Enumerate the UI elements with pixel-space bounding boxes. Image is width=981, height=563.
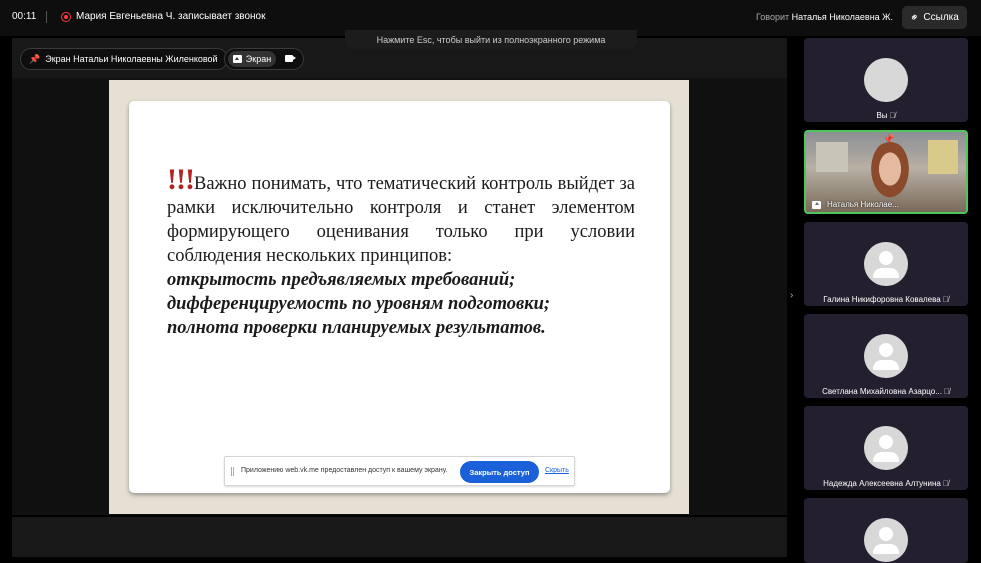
screen-share-icon (812, 200, 821, 209)
link-icon: ⚭ (907, 10, 923, 26)
stage-footer (12, 517, 787, 557)
active-speaker: Говорит Наталья Николаевна Ж. (756, 12, 893, 22)
video-background (816, 142, 848, 172)
participant-name: Вы 🎙̸ (876, 111, 896, 120)
collapse-panel-icon[interactable]: › (790, 290, 793, 301)
camera-icon[interactable] (285, 55, 293, 62)
mic-off-icon: 🎙̸ (943, 387, 950, 396)
participant-tile[interactable]: Вы 🎙̸ (804, 38, 968, 122)
avatar (864, 426, 908, 470)
pinned-screen-label: Экран Натальи Николаевны Жиленковой (45, 54, 218, 64)
participant-tile[interactable]: Галина Никифоровна Ковалева 🎙̸ (804, 222, 968, 306)
participant-tile[interactable]: Надежда Алексеевна Алтунина 🎙̸ (804, 406, 968, 490)
share-notice-text: Приложению web.vk.me предоставлен доступ… (241, 467, 448, 474)
fullscreen-exit-hint: Нажмите Esc, чтобы выйти из полноэкранно… (345, 30, 637, 50)
slide-principle-1: открытость предъявляемых требований; (167, 270, 516, 290)
view-toggle: Экран (224, 48, 304, 70)
avatar (864, 242, 908, 286)
slide-principle-2: дифференцируемость по уровням подготовки… (167, 294, 551, 314)
mic-off-icon: 🎙̸ (889, 111, 896, 120)
participant-name: Наталья Николае... (827, 200, 899, 209)
divider (46, 11, 47, 23)
recording-icon (61, 12, 71, 22)
participant-tile[interactable] (804, 498, 968, 563)
active-speaker-name: Наталья Николаевна Ж. (791, 12, 893, 22)
slide-exclamation: !!! (167, 163, 195, 196)
video-person (868, 142, 912, 202)
participant-tile-active[interactable]: 📌 Наталья Николае... (804, 130, 968, 214)
participant-tile[interactable]: Светлана Михайловна Азарцо... 🎙̸ (804, 314, 968, 398)
hide-notice-link[interactable]: Скрыть (545, 467, 569, 474)
slide-text: !!!Важно понимать, что тематический конт… (167, 165, 635, 340)
screen-share-notice: Приложению web.vk.me предоставлен доступ… (224, 456, 575, 486)
mic-off-icon: 🎙̸ (942, 295, 949, 304)
participant-name: Надежда Алексеевна Алтунина 🎙̸ (823, 479, 949, 488)
participant-name: Светлана Михайловна Азарцо... 🎙̸ (822, 387, 950, 396)
pin-icon: 📌 (29, 53, 41, 64)
participant-label: Наталья Николае... (812, 200, 899, 209)
drag-handle-icon[interactable] (231, 467, 234, 476)
screen-share-icon (232, 55, 242, 63)
avatar (864, 58, 908, 102)
stop-sharing-button[interactable]: Закрыть доступ (460, 461, 539, 483)
pinned-screen-chip[interactable]: 📌 Экран Натальи Николаевны Жиленковой (20, 48, 228, 70)
video-background (928, 140, 958, 174)
copy-link-button[interactable]: ⚭ Ссылка (902, 6, 967, 29)
recording-status: Мария Евгеньевна Ч. записывает звонок (76, 11, 266, 22)
avatar (864, 518, 908, 562)
slide-paragraph: Важно понимать, что тематический контрол… (167, 174, 635, 266)
call-timer: 00:11 (12, 11, 37, 22)
avatar (864, 334, 908, 378)
screen-view-button[interactable]: Экран (228, 51, 276, 67)
pin-icon[interactable]: 📌 (883, 134, 894, 145)
mic-off-icon: 🎙̸ (942, 479, 949, 488)
participant-name: Галина Никифоровна Ковалева 🎙̸ (823, 295, 949, 304)
slide-principle-3: полнота проверки планируемых результатов… (167, 318, 546, 338)
